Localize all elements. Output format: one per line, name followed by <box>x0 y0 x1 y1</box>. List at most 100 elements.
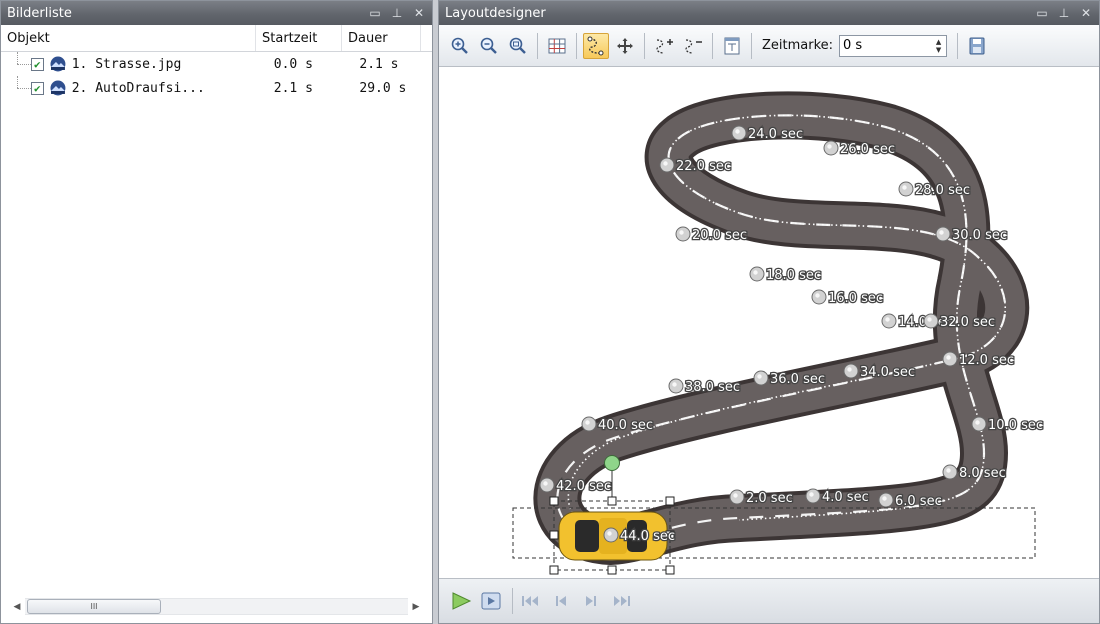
scroll-thumb[interactable]: III <box>27 599 161 614</box>
waypoint-label: 42.0 sec <box>556 479 611 494</box>
playback-bar <box>439 578 1099 623</box>
zoom-fit-button[interactable] <box>505 33 531 59</box>
waypoint-marker[interactable]: 20.0 sec <box>675 226 748 244</box>
bilderliste-titlebar: Bilderliste ▭ ⊥ ✕ <box>1 1 432 25</box>
image-list: ✔ 1. Strasse.jpg 0.0 s 2.1 s ✔ 2. AutoDr… <box>1 52 432 100</box>
resize-handle[interactable] <box>607 496 617 506</box>
resize-handle[interactable] <box>549 565 559 575</box>
waypoint-marker[interactable]: 38.0 sec <box>668 378 741 396</box>
next-frame-button[interactable] <box>579 589 603 613</box>
zeitmarke-label: Zeitmarke: <box>762 38 834 53</box>
waypoint-label: 36.0 sec <box>770 372 825 387</box>
waypoint-label: 34.0 sec <box>860 365 915 380</box>
properties-icon <box>724 37 740 54</box>
waypoint-dot-highlight <box>672 382 677 387</box>
toolbar-separator <box>712 32 713 59</box>
first-frame-button[interactable] <box>519 589 543 613</box>
path-mode-icon <box>587 36 604 55</box>
resize-handle[interactable] <box>549 530 559 540</box>
toolbar-separator <box>576 32 577 59</box>
step-forward-icon <box>586 596 596 606</box>
zeitmarke-input[interactable] <box>840 37 932 54</box>
pin-icon[interactable]: ⊥ <box>1055 4 1073 22</box>
waypoint-marker[interactable]: 8.0 sec <box>942 464 1007 482</box>
tree-connector <box>1 52 31 76</box>
waypoint-marker[interactable]: 18.0 sec <box>749 266 822 284</box>
waypoint-dot-highlight <box>679 230 684 235</box>
waypoint-marker[interactable]: 6.0 sec <box>878 492 943 510</box>
resize-handle[interactable] <box>549 496 559 506</box>
waypoint-dot-highlight <box>543 481 548 486</box>
zoom-out-button[interactable] <box>476 33 502 59</box>
waypoint-dot-highlight <box>809 492 814 497</box>
layoutdesigner-panel: Layoutdesigner ▭ ⊥ ✕ Zeitmarke: 0 s ▲ ▼ … <box>438 0 1100 624</box>
skip-last-icon <box>614 596 630 606</box>
preview-icon <box>481 592 501 610</box>
maximize-icon[interactable]: ▭ <box>1033 4 1051 22</box>
column-dauer[interactable]: Dauer <box>342 25 421 51</box>
last-frame-button[interactable] <box>609 589 633 613</box>
waypoint-label: 16.0 sec <box>828 291 883 306</box>
waypoint-label: 10.0 sec <box>988 418 1043 433</box>
panel-title: Bilderliste <box>7 5 72 21</box>
play-button[interactable] <box>449 589 473 613</box>
step-back-icon <box>556 596 566 606</box>
resize-handle[interactable] <box>665 565 675 575</box>
visibility-checkbox[interactable]: ✔ <box>30 57 44 71</box>
maximize-icon[interactable]: ▭ <box>366 4 384 22</box>
path-mode-button[interactable] <box>583 32 609 59</box>
waypoint-dot-highlight <box>757 374 762 379</box>
close-icon[interactable]: ✕ <box>1077 4 1095 22</box>
zeitmarke-spinner[interactable]: ▲▼ <box>839 34 948 57</box>
save-button[interactable] <box>964 33 990 59</box>
stage-svg[interactable]: 2.0 sec 4.0 sec 6.0 sec 8.0 sec 10.0 sec 12.0… <box>439 68 1099 578</box>
waypoint-marker[interactable]: 16.0 sec <box>811 289 884 307</box>
item-start: 0.0 s <box>273 56 313 72</box>
tree-connector <box>1 76 31 100</box>
remove-waypoint-icon <box>685 38 702 54</box>
move-button[interactable] <box>612 33 638 59</box>
waypoint-dot-highlight <box>735 129 740 134</box>
visibility-checkbox[interactable]: ✔ <box>30 81 44 95</box>
rotate-handle[interactable] <box>604 455 620 471</box>
waypoint-label: 20.0 sec <box>692 228 747 243</box>
zoom-in-button[interactable] <box>447 33 473 59</box>
play-preview-button[interactable] <box>479 589 503 613</box>
waypoint-label: 12.0 sec <box>959 353 1014 368</box>
toolbar-separator <box>537 32 538 59</box>
spinner-arrows-icon[interactable]: ▲ ▼ <box>931 36 946 56</box>
design-canvas[interactable]: 2.0 sec 4.0 sec 6.0 sec 8.0 sec 10.0 sec 12.0… <box>439 68 1099 578</box>
resize-handle[interactable] <box>607 565 617 575</box>
skip-first-icon <box>522 596 538 606</box>
column-startzeit[interactable]: Startzeit <box>256 25 342 51</box>
remove-waypoint-button[interactable] <box>680 33 706 59</box>
waypoint-marker[interactable]: 4.0 sec <box>805 488 870 506</box>
item-start: 2.1 s <box>273 80 313 96</box>
designer-toolbar: Zeitmarke: ▲▼ <box>439 25 1099 67</box>
image-icon <box>50 56 66 72</box>
panel-title: Layoutdesigner <box>445 5 546 21</box>
waypoint-marker[interactable]: 26.0 sec <box>823 140 896 158</box>
pin-icon[interactable]: ⊥ <box>388 4 406 22</box>
add-waypoint-button[interactable] <box>651 33 677 59</box>
waypoint-dot-highlight <box>939 230 944 235</box>
scroll-right-icon[interactable]: ▶ <box>408 602 424 612</box>
waypoint-dot-highlight <box>946 468 951 473</box>
resize-handle[interactable] <box>665 496 675 506</box>
waypoint-label: 32.0 sec <box>940 315 995 330</box>
waypoint-marker[interactable]: 2.0 sec <box>729 489 794 507</box>
grid-button[interactable] <box>544 33 570 59</box>
list-item[interactable]: ✔ 1. Strasse.jpg 0.0 s 2.1 s <box>1 52 432 76</box>
column-objekt[interactable]: Objekt <box>1 25 256 51</box>
previous-frame-button[interactable] <box>549 589 573 613</box>
close-icon[interactable]: ✕ <box>410 4 428 22</box>
toolbar-separator <box>644 32 645 59</box>
scroll-left-icon[interactable]: ◀ <box>9 602 25 612</box>
properties-button[interactable] <box>719 33 745 59</box>
waypoint-marker[interactable]: 28.0 sec <box>898 181 971 199</box>
waypoint-label: 30.0 sec <box>952 228 1007 243</box>
scroll-track[interactable]: III <box>25 598 408 615</box>
horizontal-scrollbar[interactable]: ◀ III ▶ <box>9 598 424 615</box>
list-item[interactable]: ✔ 2. AutoDraufsi... 2.1 s 29.0 s <box>1 76 432 100</box>
waypoint-label: 24.0 sec <box>748 127 803 142</box>
